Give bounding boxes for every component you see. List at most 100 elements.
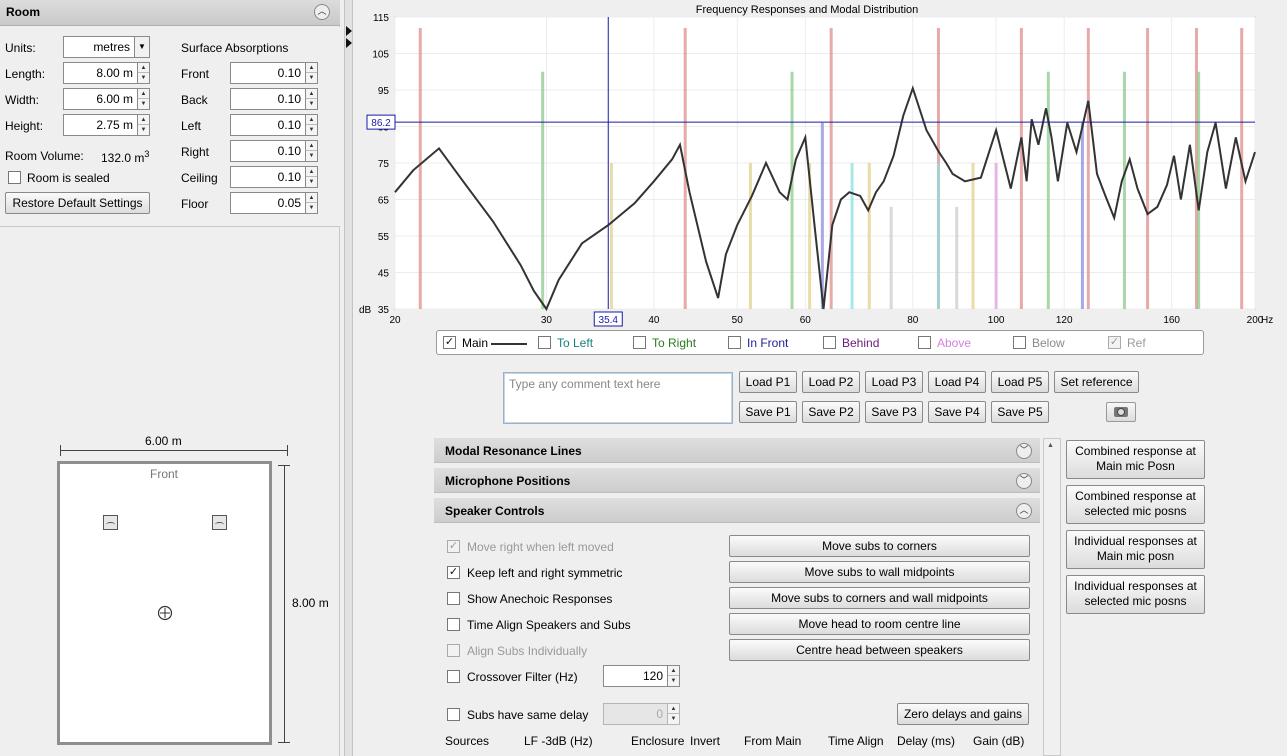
move-subs-corners-midpoints-button[interactable]: Move subs to corners and wall midpoints (729, 587, 1030, 609)
crossover-checkbox[interactable] (447, 670, 460, 683)
scroll-up-icon[interactable]: ▲ (1047, 442, 1054, 449)
individual-selected-button[interactable]: Individual responses at selected mic pos… (1066, 575, 1205, 614)
surface-input-front[interactable]: 0.10 (230, 62, 306, 84)
listener-head-icon[interactable] (157, 605, 173, 621)
load-p1-button[interactable]: Load P1 (739, 371, 797, 393)
load-p2-button[interactable]: Load P2 (802, 371, 860, 393)
legend-to-left-label: To Left (557, 336, 594, 350)
height-input[interactable]: 2.75 m (63, 114, 138, 136)
x-tick-label: 160 (1163, 315, 1180, 326)
legend-main-swatch (491, 343, 527, 345)
combined-main-button[interactable]: Combined response at Main mic Posn (1066, 440, 1205, 479)
move-subs-corners-button[interactable]: Move subs to corners (729, 535, 1030, 557)
camera-icon[interactable] (1106, 402, 1136, 422)
surface-input-back[interactable]: 0.10 (230, 88, 306, 110)
legend-below-checkbox[interactable] (1013, 336, 1026, 349)
surface-stepper-left[interactable]: ▲ ▼ (306, 114, 318, 136)
legend-in-front-checkbox[interactable] (728, 336, 741, 349)
frequency-response-chart[interactable]: Frequency Responses and Modal Distributi… (353, 0, 1287, 330)
show-anechoic-checkbox[interactable] (447, 592, 460, 605)
surface-input-floor[interactable]: 0.05 (230, 192, 306, 214)
panel-splitter[interactable] (344, 0, 353, 756)
surface-label-front: Front (181, 67, 210, 81)
save-p1-button[interactable]: Save P1 (739, 401, 797, 423)
surface-input-ceiling[interactable]: 0.10 (230, 166, 306, 188)
chevron-down-icon[interactable]: ▼ (134, 36, 150, 58)
time-align-checkbox[interactable] (447, 618, 460, 631)
collapse-up-icon[interactable]: ︿ (1016, 503, 1032, 519)
zero-delays-button[interactable]: Zero delays and gains (897, 703, 1029, 725)
keep-symmetric-checkbox[interactable]: ✓ (447, 566, 460, 579)
legend-below-label: Below (1032, 336, 1065, 350)
legend-behind-checkbox[interactable] (823, 336, 836, 349)
room-panel-header[interactable]: Room ︿ (0, 0, 340, 26)
room-floorplan[interactable]: Front (57, 461, 272, 745)
legend-to-right-checkbox[interactable] (633, 336, 646, 349)
save-p2-button[interactable]: Save P2 (802, 401, 860, 423)
chart-title: Frequency Responses and Modal Distributi… (696, 4, 919, 16)
expand-down-icon[interactable]: ﹀ (1016, 473, 1032, 489)
y-tick-label: 95 (378, 86, 390, 97)
move-right-checkbox[interactable]: ✓ (447, 540, 460, 553)
width-input[interactable]: 6.00 m (63, 88, 138, 110)
length-stepper[interactable]: ▲ ▼ (138, 62, 150, 84)
speaker-panel-scrollbar[interactable]: ▲ (1043, 438, 1061, 756)
load-p4-button[interactable]: Load P4 (928, 371, 986, 393)
legend-main-checkbox[interactable]: ✓ (443, 336, 456, 349)
surface-stepper-back[interactable]: ▲ ▼ (306, 88, 318, 110)
move-head-centre-button[interactable]: Move head to room centre line (729, 613, 1030, 635)
delay-stepper[interactable]: ▲ ▼ (668, 703, 680, 725)
surface-stepper-floor[interactable]: ▲ ▼ (306, 192, 318, 214)
delay-input[interactable]: 0 (603, 703, 668, 725)
move-subs-midpoints-button[interactable]: Move subs to wall midpoints (729, 561, 1030, 583)
height-stepper[interactable]: ▲ ▼ (138, 114, 150, 136)
length-input[interactable]: 8.00 m (63, 62, 138, 84)
align-subs-checkbox[interactable] (447, 644, 460, 657)
save-p5-button[interactable]: Save P5 (991, 401, 1049, 423)
crossover-stepper[interactable]: ▲ ▼ (668, 665, 680, 687)
modal-line (994, 163, 998, 309)
restore-defaults-button[interactable]: Restore Default Settings (5, 192, 150, 214)
speaker-controls-header[interactable]: Speaker Controls ︿ (434, 498, 1040, 523)
expand-down-icon[interactable]: ﹀ (1016, 443, 1032, 459)
surface-input-left[interactable]: 0.10 (230, 114, 306, 136)
legend-ref-checkbox[interactable]: ✓ (1108, 336, 1121, 349)
comment-textarea[interactable]: Type any comment text here (503, 372, 733, 424)
modal-line (889, 206, 893, 309)
centre-head-button[interactable]: Centre head between speakers (729, 639, 1030, 661)
legend-above-checkbox[interactable] (918, 336, 931, 349)
load-p5-button[interactable]: Load P5 (991, 371, 1049, 393)
column-from-main: From Main (744, 734, 802, 748)
surface-stepper-front[interactable]: ▲ ▼ (306, 62, 318, 84)
combined-selected-button[interactable]: Combined response at selected mic posns (1066, 485, 1205, 524)
room-width-dimension: 6.00 m (145, 434, 182, 448)
save-p4-button[interactable]: Save P4 (928, 401, 986, 423)
width-stepper[interactable]: ▲ ▼ (138, 88, 150, 110)
align-subs-label: Align Subs Individually (467, 644, 588, 658)
legend-in-front-label: In Front (747, 336, 789, 350)
room-sealed-checkbox[interactable] (8, 171, 21, 184)
surface-stepper-ceiling[interactable]: ▲ ▼ (306, 166, 318, 188)
individual-main-button[interactable]: Individual responses at Main mic posn (1066, 530, 1205, 569)
subs-same-delay-checkbox[interactable] (447, 708, 460, 721)
left-speaker-icon[interactable] (103, 515, 118, 530)
set-reference-button[interactable]: Set reference (1054, 371, 1139, 393)
crossover-input[interactable]: 120 (603, 665, 668, 687)
save-p3-button[interactable]: Save P3 (865, 401, 923, 423)
y-tick-label: 75 (378, 159, 390, 170)
surface-stepper-right[interactable]: ▲ ▼ (306, 140, 318, 162)
y-tick-label: 45 (378, 269, 390, 280)
units-select[interactable]: metres (63, 36, 135, 58)
modal-resonance-lines-header[interactable]: Modal Resonance Lines ﹀ (434, 438, 1040, 463)
surface-label-left: Left (181, 119, 202, 133)
load-p3-button[interactable]: Load P3 (865, 371, 923, 393)
collapse-up-icon[interactable]: ︿ (314, 4, 330, 20)
splitter-arrows-icon[interactable] (345, 24, 353, 52)
legend-to-left-checkbox[interactable] (538, 336, 551, 349)
column-delay: Delay (ms) (897, 734, 956, 748)
microphone-positions-header[interactable]: Microphone Positions ﹀ (434, 468, 1040, 493)
length-dimension-tick-bottom (278, 742, 290, 743)
surface-input-right[interactable]: 0.10 (230, 140, 306, 162)
right-speaker-icon[interactable] (212, 515, 227, 530)
cursor-x-readout: 35.4 (593, 311, 623, 327)
